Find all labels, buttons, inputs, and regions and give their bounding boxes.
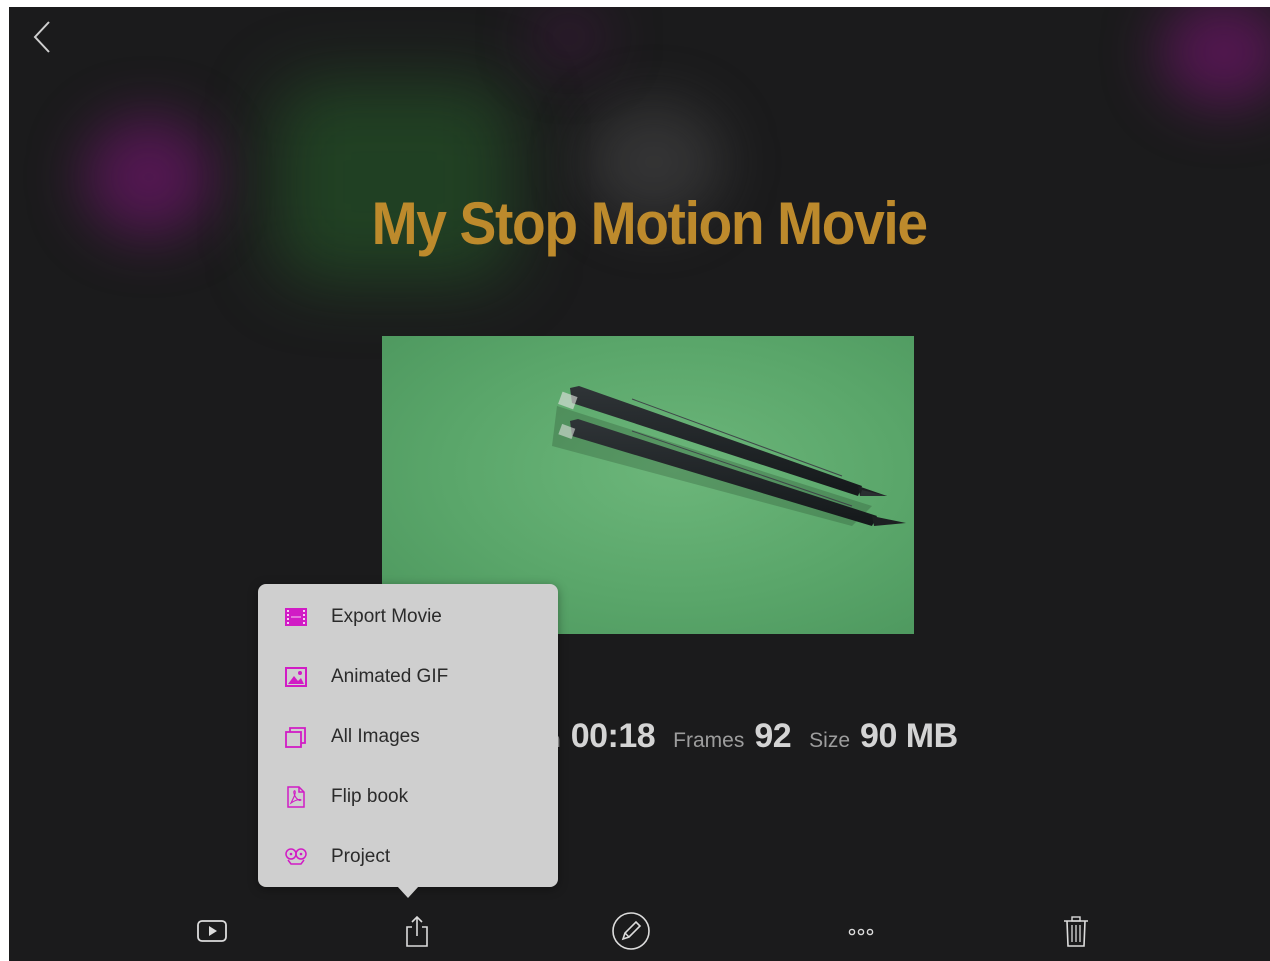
play-button[interactable] [194,913,230,949]
edit-icon [612,912,650,950]
edit-button[interactable] [611,911,651,951]
frames-value: 92 [754,717,792,755]
more-icon [848,928,874,936]
menu-item-project[interactable]: Project [258,827,558,887]
menu-item-animated-gif[interactable]: Animated GIF [258,647,558,707]
trash-icon [1064,916,1088,947]
menu-item-label: Flip book [331,786,409,807]
stacked-images-icon [285,727,306,748]
project-title: My Stop Motion Movie [371,190,928,257]
menu-item-label: Project [331,846,391,867]
share-icon [406,915,428,947]
menu-item-all-images[interactable]: All Images [258,707,558,767]
duration-value: 00:18 [570,717,656,755]
size-value: 90 MB [860,717,958,755]
project-stats: n 00:18 Frames 92 Size 90 MB [549,717,976,761]
frames-label: Frames [673,729,745,752]
image-icon [285,667,307,687]
background-glow [529,7,609,67]
pdf-icon [287,786,305,808]
film-reel-icon [285,848,307,865]
background-glow [1159,7,1270,107]
size-label: Size [809,729,851,752]
chevron-left-icon [33,21,50,53]
menu-item-label: All Images [331,726,420,747]
menu-item-export-movie[interactable]: Export Movie [258,587,558,647]
project-detail-screen: My Stop Motion Movie n 00: [9,7,1270,961]
back-button[interactable] [27,19,57,55]
menu-item-label: Animated GIF [331,666,449,687]
more-button[interactable] [843,913,879,949]
delete-button[interactable] [1058,913,1094,949]
play-icon [197,920,227,942]
menu-item-label: Export Movie [331,606,442,627]
popover-arrow [397,886,419,898]
share-button[interactable] [399,913,435,949]
share-popover: Export Movie Animated GIF All Images Fli… [258,584,558,887]
film-icon [285,608,307,626]
menu-item-flip-book[interactable]: Flip book [258,767,558,827]
